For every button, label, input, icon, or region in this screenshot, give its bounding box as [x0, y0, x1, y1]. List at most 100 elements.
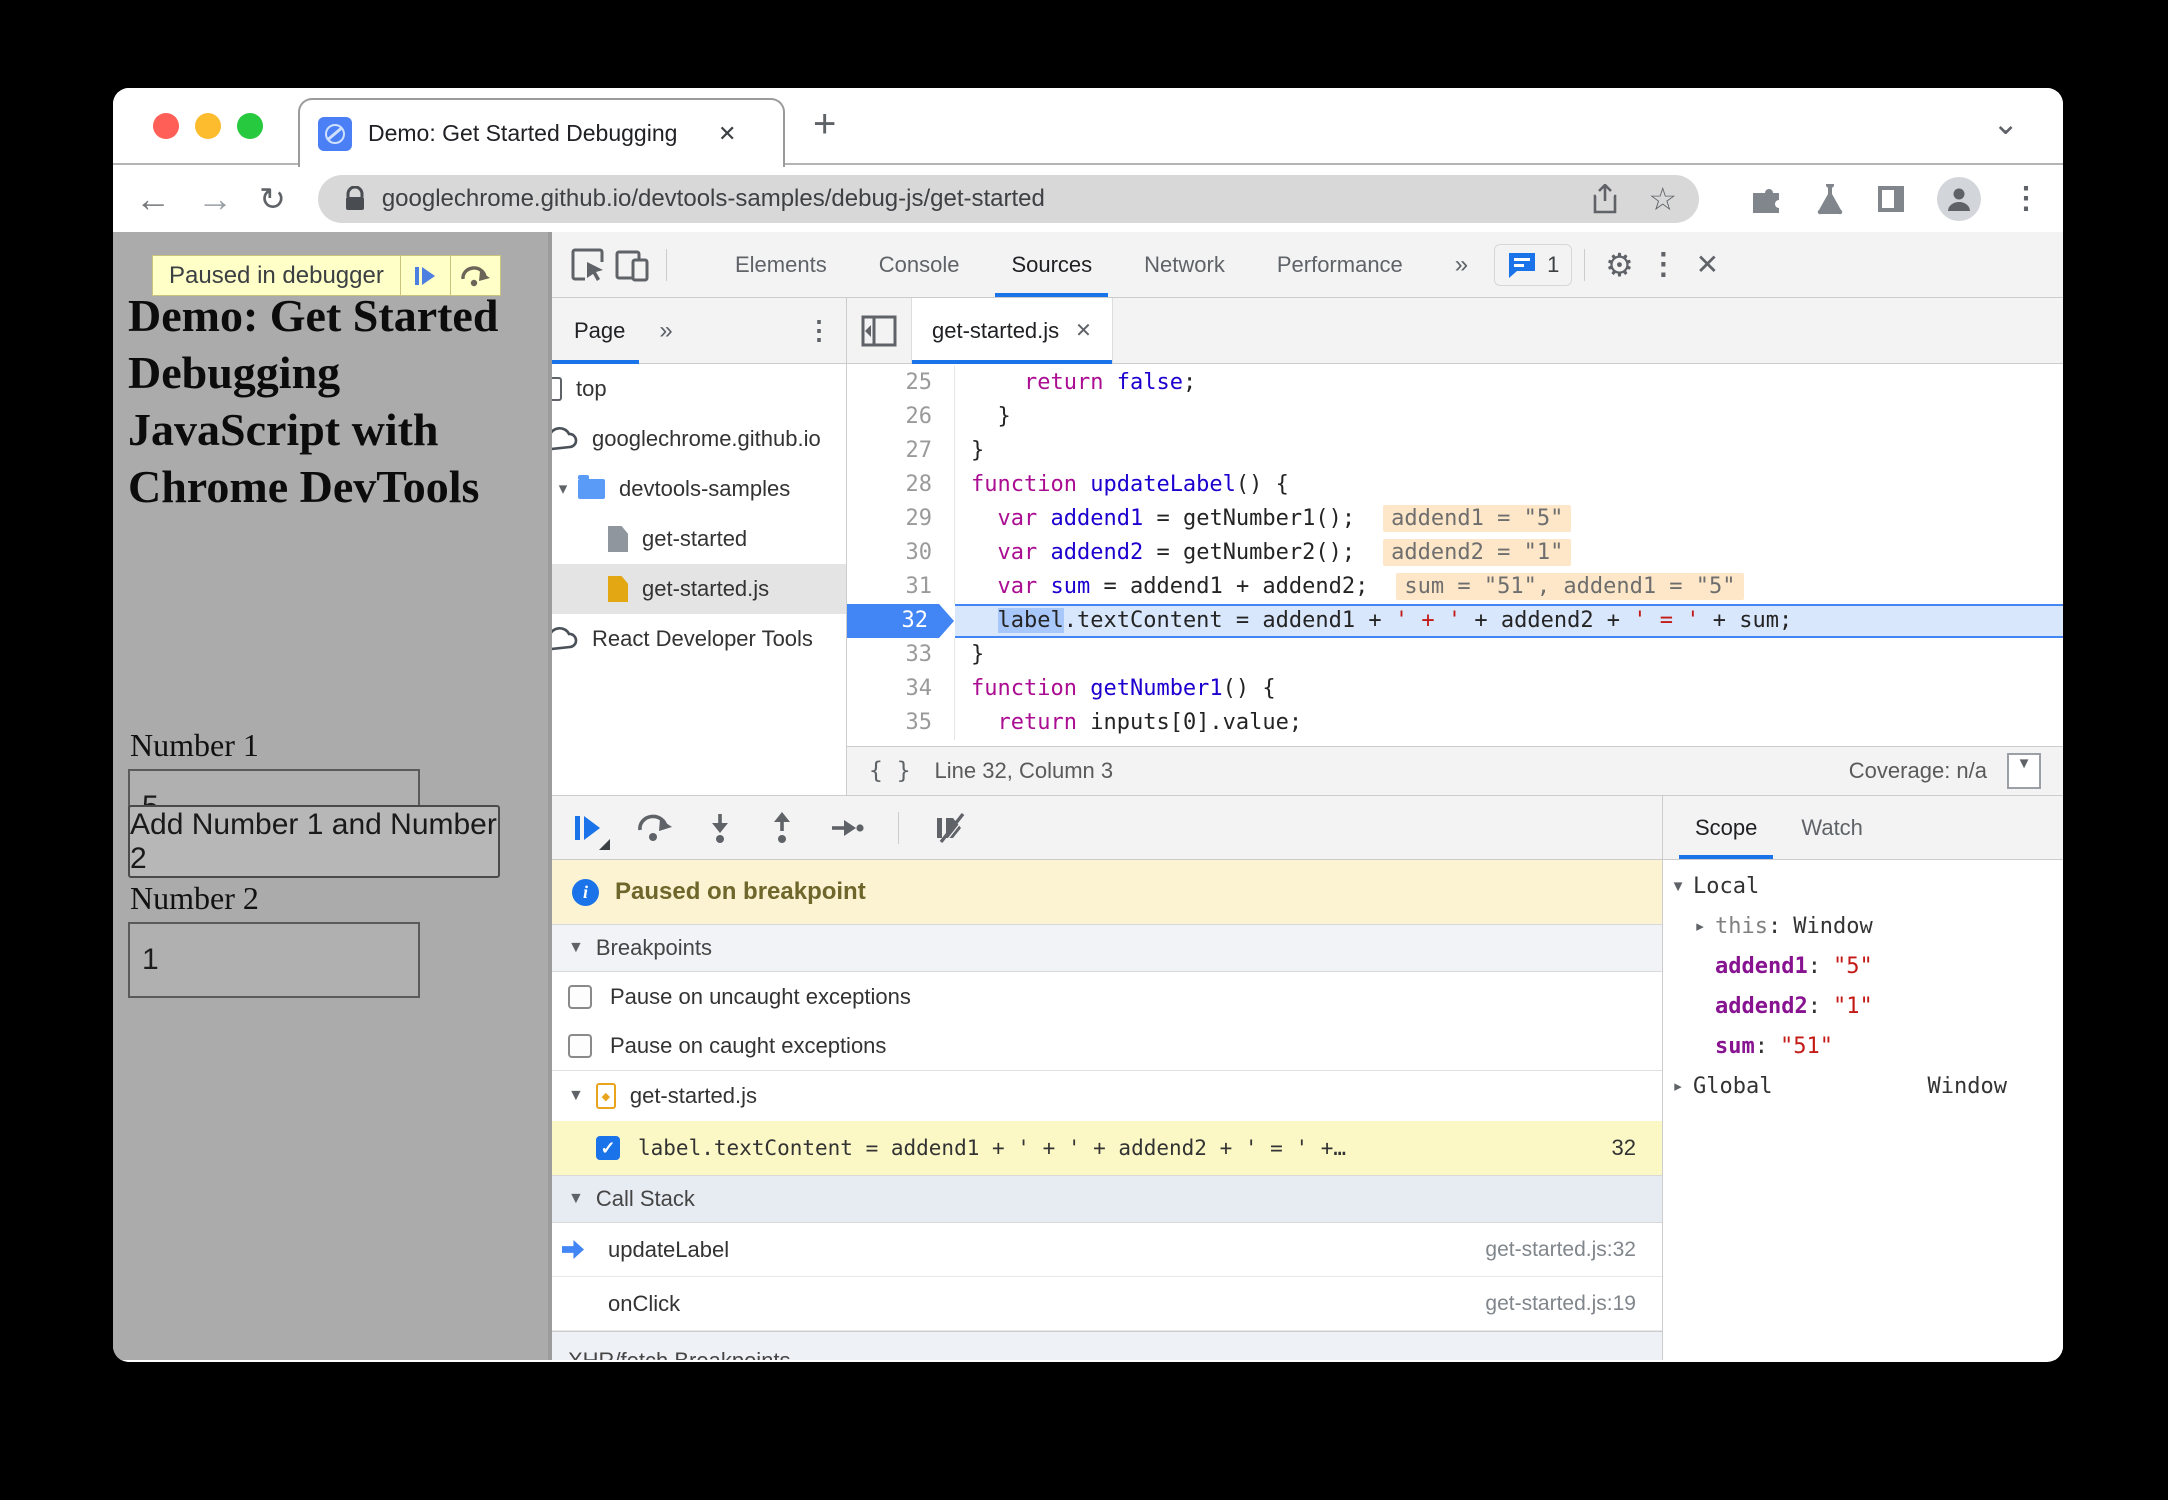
code-line-text[interactable]: function getNumber1() { [955, 672, 2063, 706]
code-line-34[interactable]: 34 function getNumber1() { [847, 672, 2063, 706]
tree-item-googlechrome-github-io[interactable]: googlechrome.github.io [552, 414, 846, 464]
scope-local-header[interactable]: ▼ Local [1663, 866, 2063, 906]
devtools-tab-console[interactable]: Console [853, 232, 986, 297]
code-line-text[interactable]: var addend1 = getNumber1(); addend1 = "5" [955, 502, 2063, 536]
code-line-text[interactable]: var addend2 = getNumber2(); addend2 = "1" [955, 536, 2063, 570]
scope-global-header[interactable]: ▸ Global Window [1663, 1066, 2063, 1106]
expand-triangle-icon[interactable]: ▾ [552, 479, 574, 499]
breakpoint-file-group[interactable]: ▼ ◆ get-started.js [552, 1071, 1662, 1121]
step-into-icon[interactable] [706, 812, 734, 844]
collapse-navigator-icon[interactable] [847, 298, 911, 363]
code-line-text[interactable]: function updateLabel() { [955, 468, 2063, 502]
code-line-text[interactable]: return inputs[0].value; [955, 706, 2063, 740]
maximize-window-icon[interactable] [237, 113, 263, 139]
devtools-tab-elements[interactable]: Elements [709, 232, 853, 297]
minimize-window-icon[interactable] [195, 113, 221, 139]
code-line-35[interactable]: 35 return inputs[0].value; [847, 706, 2063, 740]
gutter-line-number[interactable]: 30 [847, 536, 955, 570]
bookmark-star-icon[interactable]: ☆ [1648, 180, 1677, 218]
code-line-25[interactable]: 25 return false; [847, 366, 2063, 400]
tree-item-get-started[interactable]: get-started [552, 514, 846, 564]
gutter-line-number[interactable]: 32 [847, 604, 955, 638]
scope-variable-sum[interactable]: sum: "51" [1663, 1026, 2063, 1066]
new-tab-button[interactable]: + [813, 102, 836, 147]
share-icon[interactable] [1592, 183, 1618, 214]
navigator-tab-page[interactable]: Page [552, 298, 640, 364]
profile-avatar[interactable] [1937, 176, 1981, 221]
device-toolbar-icon[interactable] [610, 243, 654, 287]
gutter-line-number[interactable]: 28 [847, 468, 955, 502]
flask-icon[interactable] [1815, 182, 1845, 216]
gutter-line-number[interactable]: 33 [847, 638, 955, 672]
inspect-element-icon[interactable] [566, 243, 610, 287]
code-line-31[interactable]: 31 var sum = addend1 + addend2; sum = "51… [847, 570, 2063, 604]
code-line-text[interactable]: } [955, 400, 2063, 434]
code-line-text[interactable]: var sum = addend1 + addend2; sum = "51", … [955, 570, 2063, 604]
xhr-breakpoints-section-header[interactable]: XHR/fetch Breakpoints [552, 1331, 1662, 1360]
gutter-line-number[interactable]: 35 [847, 706, 955, 740]
resume-script-icon[interactable] [572, 813, 610, 850]
more-panels-icon[interactable]: » [1455, 251, 1468, 279]
devtools-close-icon[interactable]: ✕ [1685, 243, 1729, 287]
exception-checkbox-row[interactable]: Pause on caught exceptions [552, 1021, 1662, 1070]
tab-close-icon[interactable]: ✕ [718, 121, 736, 147]
code-line-text[interactable]: } [955, 638, 2063, 672]
deactivate-breakpoints-icon[interactable] [933, 812, 969, 844]
tab-search-chevron-icon[interactable]: ⌄ [1992, 104, 2019, 142]
close-window-icon[interactable] [153, 113, 179, 139]
code-line-33[interactable]: 33} [847, 638, 2063, 672]
breakpoints-section-header[interactable]: ▼ Breakpoints [552, 924, 1662, 972]
code-line-text[interactable]: return false; [955, 366, 2063, 400]
devtools-tab-network[interactable]: Network [1118, 232, 1251, 297]
code-line-text[interactable]: label.textContent = addend1 + ' + ' + ad… [955, 604, 2063, 638]
url-bar[interactable]: googlechrome.github.io/devtools-samples/… [317, 174, 1699, 223]
issues-counter[interactable]: 1 [1494, 243, 1573, 286]
tree-item-top[interactable]: top [552, 364, 846, 414]
code-line-26[interactable]: 26 } [847, 400, 2063, 434]
step-icon[interactable] [830, 815, 864, 841]
banner-step-over-icon[interactable] [449, 256, 500, 295]
tree-item-devtools-samples[interactable]: ▾ devtools-samples [552, 464, 846, 514]
devtools-menu-icon[interactable]: ⋮ [1641, 243, 1685, 287]
checkbox-icon[interactable] [568, 984, 592, 1009]
navigator-menu-icon[interactable]: ⋮ [806, 315, 832, 346]
browser-tab[interactable]: Demo: Get Started Debugging ✕ [298, 98, 785, 167]
scope-variable-this[interactable]: ▸ this: Window [1663, 906, 2063, 946]
extensions-icon[interactable] [1753, 183, 1785, 215]
gutter-line-number[interactable]: 29 [847, 502, 955, 536]
scope-variable-addend1[interactable]: addend1: "5" [1663, 946, 2063, 986]
scope-variable-addend2[interactable]: addend2: "1" [1663, 986, 2063, 1026]
gutter-line-number[interactable]: 27 [847, 434, 955, 468]
checkbox-icon[interactable] [568, 1033, 592, 1058]
tree-item-react-developer-tools[interactable]: React Developer Tools [552, 614, 846, 664]
back-icon[interactable]: ← [135, 180, 171, 217]
settings-gear-icon[interactable]: ⚙ [1597, 243, 1641, 287]
code-line-30[interactable]: 30 var addend2 = getNumber2(); addend2 = … [847, 536, 2063, 570]
gutter-line-number[interactable]: 31 [847, 570, 955, 604]
editor-tab-close-icon[interactable]: ✕ [1075, 318, 1092, 343]
breakpoint-entry[interactable]: ✓ label.textContent = addend1 + ' + ' + … [552, 1121, 1662, 1175]
gutter-line-number[interactable]: 25 [847, 366, 955, 400]
code-line-29[interactable]: 29 var addend1 = getNumber1(); addend1 = … [847, 502, 2063, 536]
code-line-32[interactable]: 32 label.textContent = addend1 + ' + ' +… [847, 604, 2063, 638]
code-line-27[interactable]: 27} [847, 434, 2063, 468]
number2-input[interactable]: 1 [128, 922, 420, 998]
exception-checkbox-row[interactable]: Pause on uncaught exceptions [552, 972, 1662, 1021]
editor-tab-get-started-js[interactable]: get-started.js ✕ [911, 298, 1113, 364]
reload-icon[interactable]: ↻ [259, 183, 286, 215]
callstack-frame-updatelabel[interactable]: updateLabel get-started.js:32 [552, 1223, 1662, 1277]
browser-menu-icon[interactable]: ⋮ [2011, 181, 2041, 216]
coverage-frame-icon[interactable]: ▼ [2007, 753, 2041, 789]
tree-item-get-started-js[interactable]: get-started.js [552, 564, 846, 614]
breakpoint-checkbox[interactable]: ✓ [596, 1136, 620, 1160]
tab-watch[interactable]: Watch [1779, 796, 1885, 859]
devtools-tab-sources[interactable]: Sources [985, 232, 1118, 297]
forward-icon[interactable]: → [197, 180, 233, 217]
step-over-icon[interactable] [636, 813, 672, 843]
gutter-line-number[interactable]: 34 [847, 672, 955, 706]
step-out-icon[interactable] [768, 811, 796, 844]
gutter-line-number[interactable]: 26 [847, 400, 955, 434]
code-line-text[interactable]: } [955, 434, 2063, 468]
navigator-more-tabs-icon[interactable]: » [659, 317, 672, 345]
callstack-frame-onclick[interactable]: onClick get-started.js:19 [552, 1277, 1662, 1331]
